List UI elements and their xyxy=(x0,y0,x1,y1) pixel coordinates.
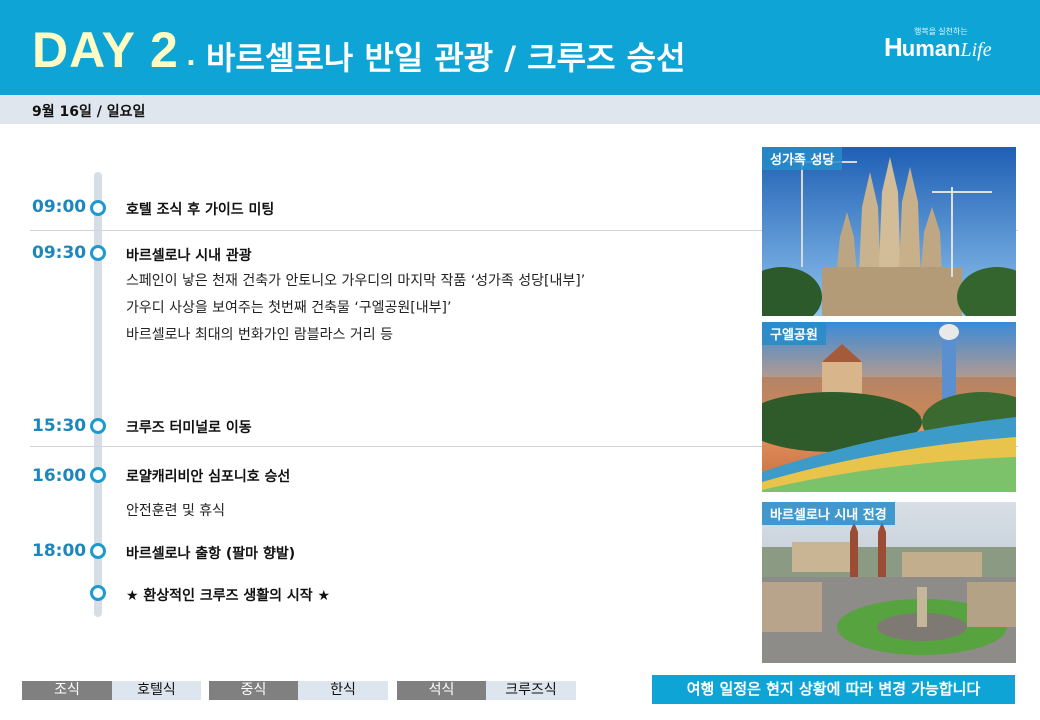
time-0900: 09:00 xyxy=(32,197,87,217)
meal-value-dinner: 크루즈식 xyxy=(486,681,576,700)
timeline-dot xyxy=(90,543,106,559)
event-title: ★ 환상적인 크루즈 생활의 시작 ★ xyxy=(126,588,331,604)
event-title: 바르셀로나 시내 관광 xyxy=(126,248,252,264)
timeline-dot xyxy=(90,200,106,216)
itinerary-notice: 여행 일정은 현지 상황에 따라 변경 가능합니다 xyxy=(652,675,1015,704)
meal-label-dinner: 석식 xyxy=(397,681,486,700)
event-detail: 바르셀로나 최대의 번화가인 람블라스 거리 등 xyxy=(126,327,393,343)
timeline-dot xyxy=(90,418,106,434)
event-title: 로얄캐리비안 심포니호 승선 xyxy=(126,469,291,485)
logo-life: Life xyxy=(960,39,992,61)
photo-label: 바르셀로나 시내 전경 xyxy=(762,502,895,525)
photo-label: 성가족 성당 xyxy=(762,147,843,170)
meal-label-lunch: 중식 xyxy=(209,681,298,700)
time-0930: 09:30 xyxy=(32,243,87,263)
event-detail: 안전훈련 및 휴식 xyxy=(126,503,226,519)
meal-value-lunch: 한식 xyxy=(298,681,388,700)
photo-park-guell: 구엘공원 xyxy=(762,322,1016,492)
timeline-dot xyxy=(90,467,106,483)
date-text: 9월 16일 / 일요일 xyxy=(32,104,146,120)
day-number: DAY 2 xyxy=(32,22,179,78)
meal-label-breakfast: 조식 xyxy=(22,681,112,700)
timeline-dot xyxy=(90,245,106,261)
event-detail: 가우디 사상을 보여주는 첫번째 건축물 ‘구엘공원[내부]’ xyxy=(126,300,452,316)
photo-barcelona-city: 바르셀로나 시내 전경 xyxy=(762,502,1016,663)
barcelona-city-image xyxy=(762,502,1016,663)
logo-uman: uman xyxy=(901,36,961,61)
timeline-dot xyxy=(90,585,106,601)
event-title: 크루즈 터미널로 이동 xyxy=(126,420,252,436)
logo-h: H xyxy=(884,32,903,62)
meal-value-breakfast: 호텔식 xyxy=(112,681,201,700)
park-guell-image xyxy=(762,322,1016,492)
time-1800: 18:00 xyxy=(32,541,87,561)
event-title: 호텔 조식 후 가이드 미팅 xyxy=(126,202,275,218)
photo-sagrada-familia: 성가족 성당 xyxy=(762,147,1016,316)
sagrada-familia-image xyxy=(762,147,1016,316)
day-dot: . xyxy=(186,42,196,72)
time-1600: 16:00 xyxy=(32,466,87,486)
logo-tagline: 행복을 실천하는 xyxy=(914,27,968,36)
photo-label: 구엘공원 xyxy=(762,322,826,345)
header-banner: DAY 2 . 바르셀로나 반일 관광 / 크루즈 승선 행복을 실천하는 Hu… xyxy=(0,0,1040,95)
date-bar: 9월 16일 / 일요일 xyxy=(0,95,1040,124)
event-detail: 스페인이 낳은 천재 건축가 안토니오 가우디의 마지막 작품 ‘성가족 성당[… xyxy=(126,273,586,289)
event-title: 바르셀로나 출항 (팔마 향발) xyxy=(126,546,296,562)
human-life-logo: 행복을 실천하는 HumanLife xyxy=(884,27,992,63)
page-title: 바르셀로나 반일 관광 / 크루즈 승선 xyxy=(206,39,686,77)
time-1530: 15:30 xyxy=(32,416,87,436)
